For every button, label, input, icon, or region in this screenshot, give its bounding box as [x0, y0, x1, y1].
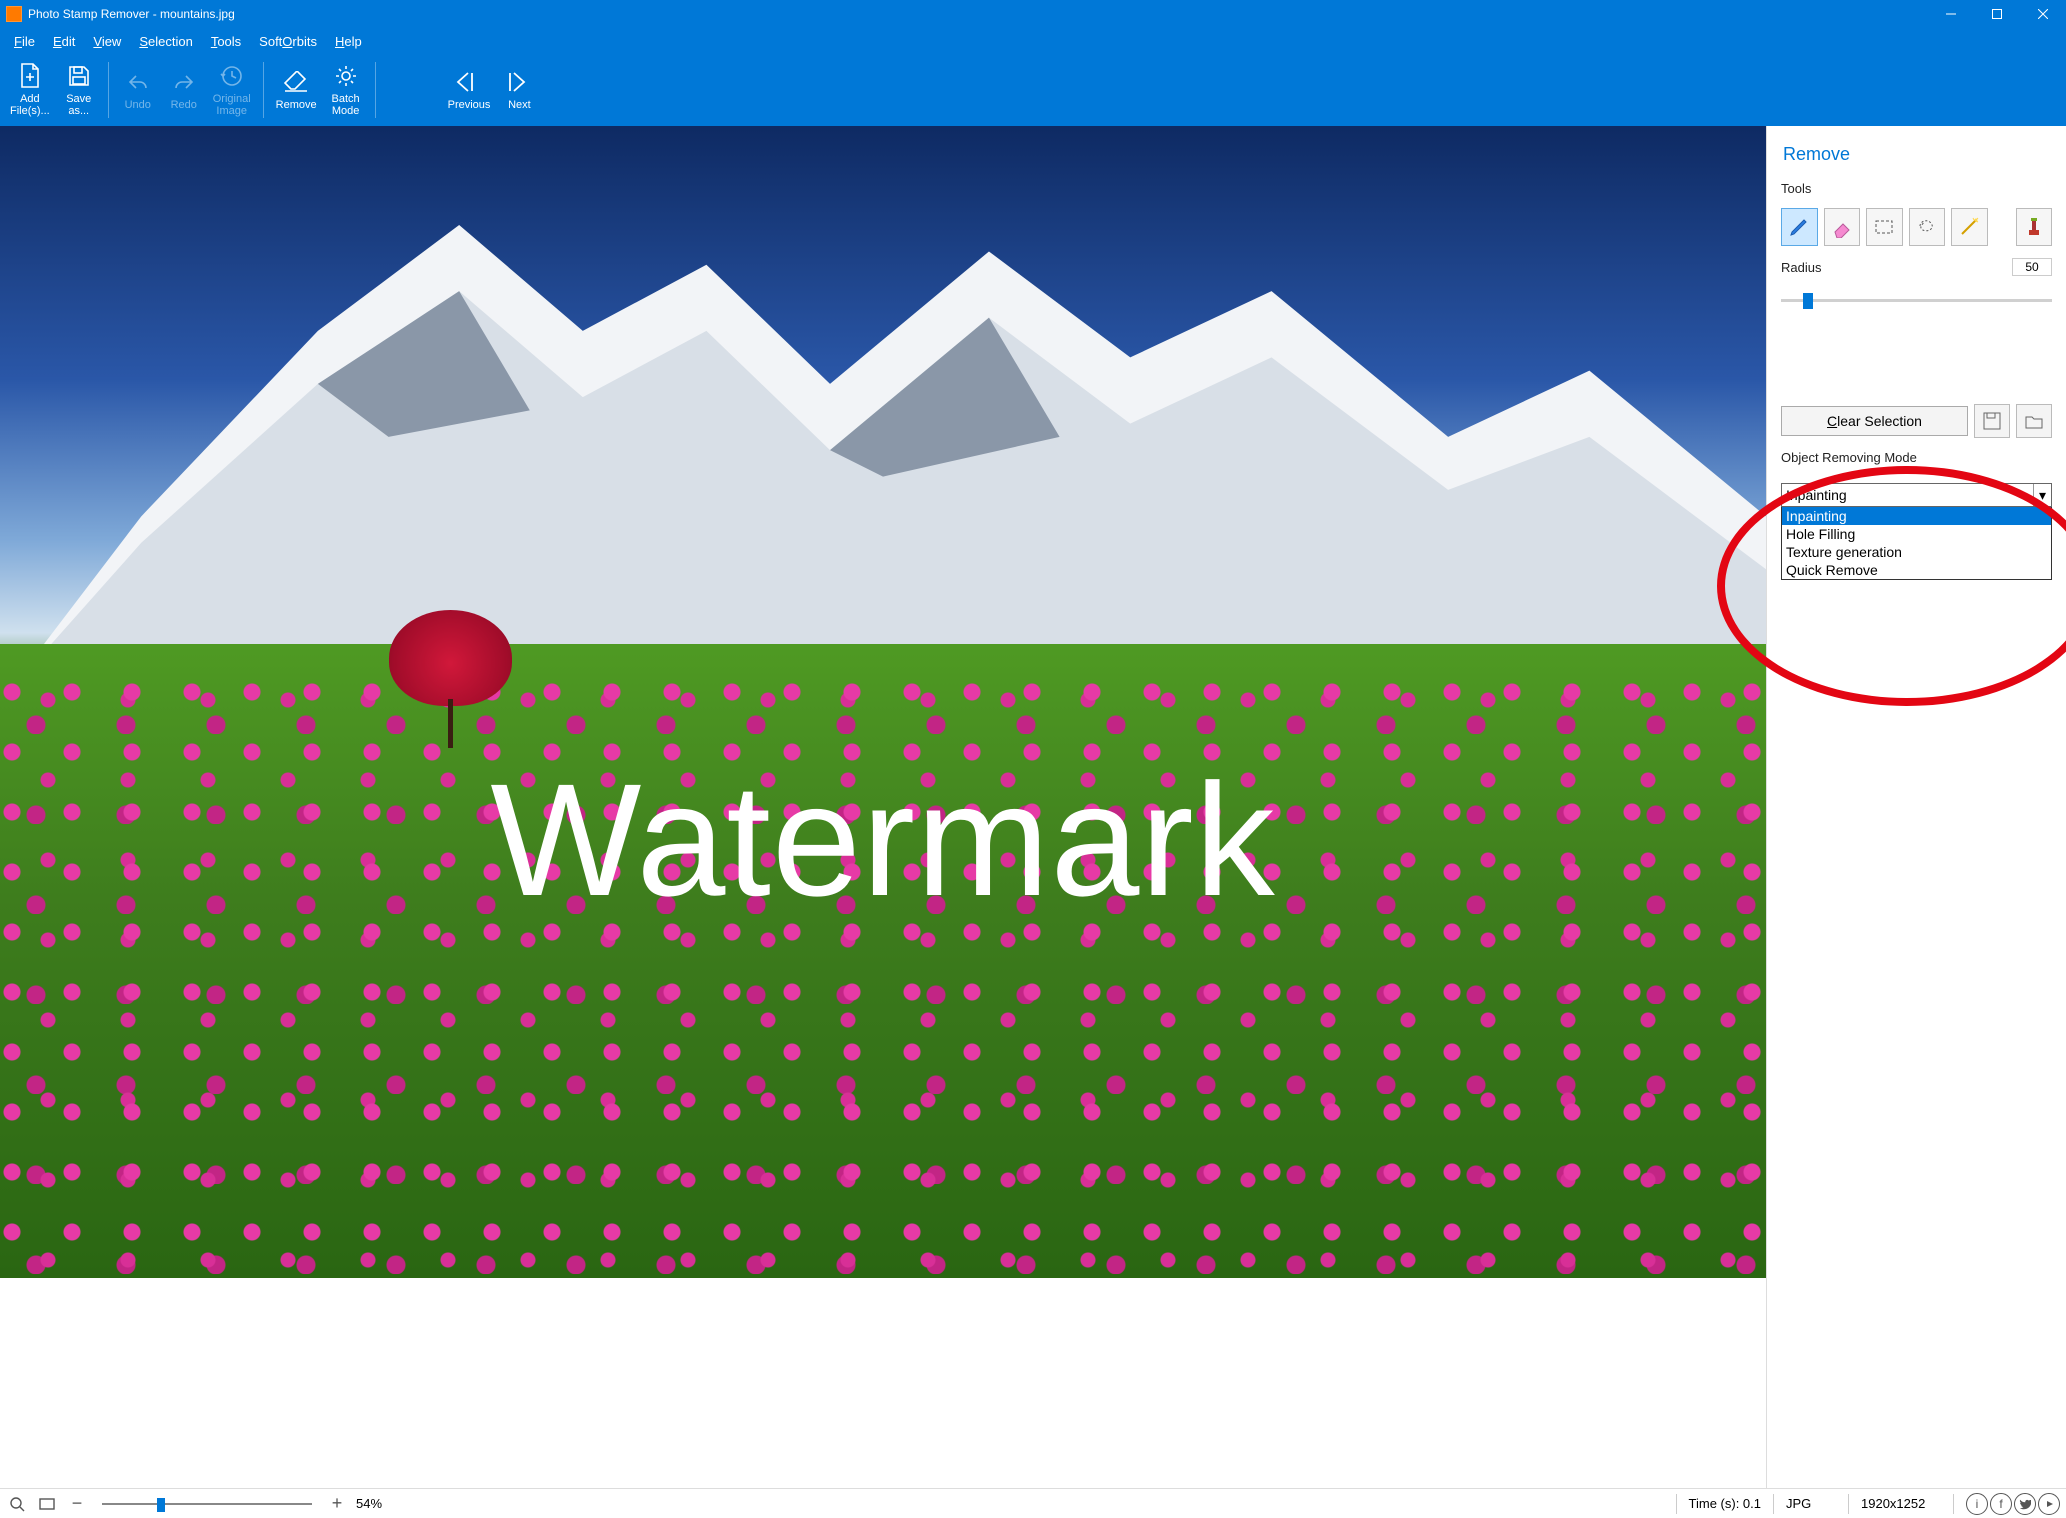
save-as-button[interactable]: Save as...: [56, 54, 102, 126]
chevron-down-icon: ▾: [2033, 484, 2051, 506]
tool-clone-stamp[interactable]: [2016, 208, 2053, 246]
mode-option-quick-remove[interactable]: Quick Remove: [1782, 561, 2051, 579]
redo-label: Redo: [171, 99, 197, 111]
info-icon[interactable]: i: [1966, 1493, 1988, 1515]
arrow-right-icon: [506, 69, 532, 95]
mode-dropdown[interactable]: Inpainting ▾: [1781, 483, 2052, 507]
undo-button[interactable]: Undo: [115, 54, 161, 126]
youtube-icon[interactable]: [2038, 1493, 2060, 1515]
tool-eraser[interactable]: [1824, 208, 1861, 246]
minimize-button[interactable]: [1928, 0, 1974, 28]
fit-screen-button[interactable]: [36, 1493, 58, 1515]
clear-selection-button[interactable]: Clear Selection: [1781, 406, 1968, 436]
facebook-icon[interactable]: f: [1990, 1493, 2012, 1515]
add-file-icon: [17, 63, 43, 89]
close-button[interactable]: [2020, 0, 2066, 28]
eraser-icon: [283, 69, 309, 95]
mode-option-inpainting[interactable]: Inpainting: [1782, 507, 2051, 525]
menu-tools[interactable]: Tools: [203, 32, 249, 51]
title-bar: Photo Stamp Remover - mountains.jpg: [0, 0, 2066, 28]
panel-title: Remove: [1781, 140, 2052, 169]
undo-label: Undo: [125, 99, 151, 111]
zoom-slider[interactable]: [102, 1495, 312, 1513]
undo-icon: [125, 69, 151, 95]
remove-button[interactable]: Remove: [270, 54, 323, 126]
twitter-icon[interactable]: [2014, 1493, 2036, 1515]
tools-label: Tools: [1781, 181, 2052, 196]
status-bar: − + 54% Time (s): 0.1 JPG 1920x1252 i f: [0, 1488, 2066, 1518]
tool-marker[interactable]: [1781, 208, 1818, 246]
tool-magic-wand[interactable]: [1951, 208, 1988, 246]
canvas-area[interactable]: Watermark: [0, 126, 1766, 1488]
toolbar-separator: [375, 62, 376, 118]
mode-label: Object Removing Mode: [1781, 450, 2052, 465]
batch-mode-button[interactable]: Batch Mode: [323, 54, 369, 126]
previous-label: Previous: [448, 99, 491, 111]
toolbar-separator: [263, 62, 264, 118]
status-time: Time (s): 0.1: [1689, 1496, 1761, 1511]
menu-edit[interactable]: Edit: [45, 32, 83, 51]
remove-label: Remove: [276, 99, 317, 111]
tool-rect-select[interactable]: [1866, 208, 1903, 246]
zoom-in-button[interactable]: +: [326, 1493, 348, 1515]
status-dimensions: 1920x1252: [1861, 1496, 1941, 1511]
menu-file[interactable]: File: [6, 32, 43, 51]
menu-bar: File Edit View Selection Tools SoftOrbit…: [0, 28, 2066, 54]
add-files-button[interactable]: Add File(s)...: [4, 54, 56, 126]
image-canvas[interactable]: Watermark: [0, 126, 1766, 1278]
toolbar: Add File(s)... Save as... Undo Redo Ori: [0, 54, 2066, 126]
zoom-percent: 54%: [356, 1496, 382, 1511]
menu-selection[interactable]: Selection: [131, 32, 200, 51]
add-files-label: Add File(s)...: [10, 93, 50, 117]
history-icon: [219, 63, 245, 89]
tool-lasso[interactable]: [1909, 208, 1946, 246]
save-mask-button[interactable]: [1974, 404, 2010, 438]
side-panel: Remove Tools: [1766, 126, 2066, 1488]
original-label: Original Image: [213, 93, 251, 117]
save-icon: [66, 63, 92, 89]
menu-help[interactable]: Help: [327, 32, 370, 51]
radius-value[interactable]: 50: [2012, 258, 2052, 276]
zoom-fit-button[interactable]: [6, 1493, 28, 1515]
mode-dropdown-list: Inpainting Hole Filling Texture generati…: [1781, 507, 2052, 580]
batch-label: Batch Mode: [332, 93, 360, 117]
maximize-button[interactable]: [1974, 0, 2020, 28]
mode-selected: Inpainting: [1786, 487, 1847, 503]
previous-button[interactable]: Previous: [442, 54, 497, 126]
radius-slider[interactable]: [1781, 290, 2052, 310]
redo-icon: [171, 69, 197, 95]
mode-option-hole-filling[interactable]: Hole Filling: [1782, 525, 2051, 543]
next-button[interactable]: Next: [496, 54, 542, 126]
next-label: Next: [508, 99, 531, 111]
load-mask-button[interactable]: [2016, 404, 2052, 438]
watermark-text: Watermark: [490, 748, 1275, 932]
mode-option-texture-generation[interactable]: Texture generation: [1782, 543, 2051, 561]
menu-softorbits[interactable]: SoftOrbits: [251, 32, 325, 51]
gear-icon: [333, 63, 359, 89]
zoom-out-button[interactable]: −: [66, 1493, 88, 1515]
save-as-label: Save as...: [66, 93, 91, 117]
toolbar-separator: [108, 62, 109, 118]
tree-graphic: [389, 610, 513, 748]
app-icon: [6, 6, 22, 22]
original-image-button[interactable]: Original Image: [207, 54, 257, 126]
radius-label: Radius: [1781, 260, 1821, 275]
menu-view[interactable]: View: [85, 32, 129, 51]
status-format: JPG: [1786, 1496, 1836, 1511]
redo-button[interactable]: Redo: [161, 54, 207, 126]
window-title: Photo Stamp Remover - mountains.jpg: [28, 7, 1928, 21]
arrow-left-icon: [456, 69, 482, 95]
